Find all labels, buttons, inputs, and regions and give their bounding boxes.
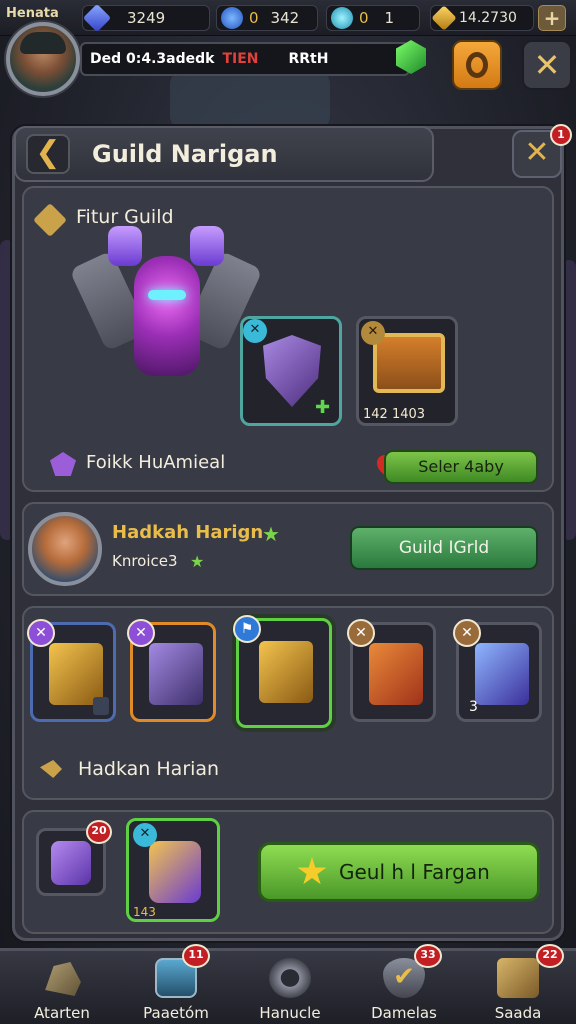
- guild-button[interactable]: Guild IGrld: [350, 526, 538, 570]
- blue-swords-icon: ✕: [133, 823, 157, 847]
- golden-hammer-icon: [49, 643, 103, 705]
- scroll-icon: [497, 958, 539, 998]
- bronze-x-icon: ✕: [453, 619, 481, 647]
- bronze-x-icon: ✕: [347, 619, 375, 647]
- coin-counter: 0 342: [216, 5, 318, 31]
- orange-action-button[interactable]: [452, 40, 502, 90]
- swords-badge-icon: ✕: [243, 319, 267, 343]
- boss-creature-art: [69, 226, 263, 416]
- member-avatar[interactable]: [28, 512, 102, 586]
- item-slot[interactable]: ✕ 3: [453, 619, 542, 722]
- item-slot-selected[interactable]: ⚑: [233, 615, 332, 728]
- featured-subtitle: Foikk HuAmieal: [86, 452, 226, 473]
- purple-shield-icon: [263, 335, 321, 407]
- back-button[interactable]: ❮: [26, 134, 70, 174]
- star-icon: ★: [262, 522, 280, 546]
- blue-gem-icon: [82, 3, 112, 33]
- blue-crystal-icon: [475, 643, 529, 705]
- nav-tab-damelas[interactable]: ✔ Damelas: [346, 952, 462, 1024]
- swords-badge-icon: ✕: [361, 321, 385, 345]
- nav-badge: 22: [536, 944, 564, 968]
- star-icon: [297, 857, 327, 885]
- reward-count: 143: [133, 905, 156, 919]
- green-sparkle-icon: ✚: [315, 397, 331, 418]
- amulet-icon: [149, 841, 201, 903]
- player-name: Henata: [6, 6, 59, 21]
- featured-title: Fitur Guild: [76, 206, 174, 228]
- gold-gem-icon: [431, 5, 457, 31]
- reward-badge: 20: [86, 820, 112, 844]
- purple-cube-icon: [149, 643, 203, 705]
- purple-golem-icon: [51, 841, 91, 885]
- gold-gauntlet-icon: [369, 643, 423, 705]
- round-shield-icon: [269, 958, 311, 998]
- purple-x-icon: ✕: [127, 619, 155, 647]
- close-notification-badge: 1: [550, 124, 572, 146]
- ring-icon: [466, 52, 488, 78]
- member-subname: Knroice3: [112, 552, 178, 570]
- treasure-chest-icon: [373, 333, 445, 393]
- lock-icon: [93, 697, 109, 715]
- shard-icon: [331, 7, 353, 29]
- star-icon: ★: [190, 552, 205, 571]
- reward-item-slot[interactable]: ✕ 143: [126, 818, 220, 922]
- rock-icon: [45, 962, 81, 996]
- blue-badge-icon: ⚑: [233, 615, 261, 643]
- golden-helmet-icon: [259, 641, 313, 703]
- gold-counter: 14.2730: [430, 5, 534, 31]
- item-slot[interactable]: ✕: [27, 619, 116, 722]
- nav-badge: 11: [182, 944, 210, 968]
- page-title: Guild Narigan: [92, 140, 278, 168]
- item-slot[interactable]: ✕: [347, 619, 436, 722]
- nav-tab-paaetom[interactable]: Paaetóm: [118, 952, 234, 1024]
- nav-tab-atarten[interactable]: Atarten: [4, 952, 120, 1024]
- nav-badge: 33: [414, 944, 442, 968]
- avatar-hair: [20, 32, 66, 54]
- chest-timer: 142 1403: [363, 407, 426, 422]
- top-close-button[interactable]: ✕: [522, 40, 572, 90]
- add-resource-button[interactable]: +: [538, 5, 566, 31]
- claim-button[interactable]: Geul h l Fargan: [258, 842, 540, 902]
- sapphire-coin-icon: [221, 7, 243, 29]
- item-slot[interactable]: ✕: [127, 619, 216, 722]
- member-name: Hadkah Harign: [112, 522, 264, 543]
- purple-x-icon: ✕: [27, 619, 55, 647]
- shield-item-slot[interactable]: ✕ ✚: [240, 316, 342, 426]
- nav-tab-hanucle[interactable]: Hanucle: [232, 952, 348, 1024]
- player-title-bar: Ded 0:4.3adedk TIEN RRtH: [80, 42, 410, 76]
- background-rock: [562, 260, 576, 540]
- player-avatar[interactable]: [6, 22, 80, 96]
- background-rock: [170, 70, 330, 130]
- select-button[interactable]: Seler 4aby: [384, 450, 538, 484]
- item-count: 3: [469, 699, 478, 715]
- items-section-label: Hadkan Harian: [78, 758, 220, 780]
- shard-counter: 0 1: [326, 5, 420, 31]
- gem-counter: 3249: [82, 3, 210, 33]
- chest-item-slot[interactable]: ✕ 142 1403: [356, 316, 458, 426]
